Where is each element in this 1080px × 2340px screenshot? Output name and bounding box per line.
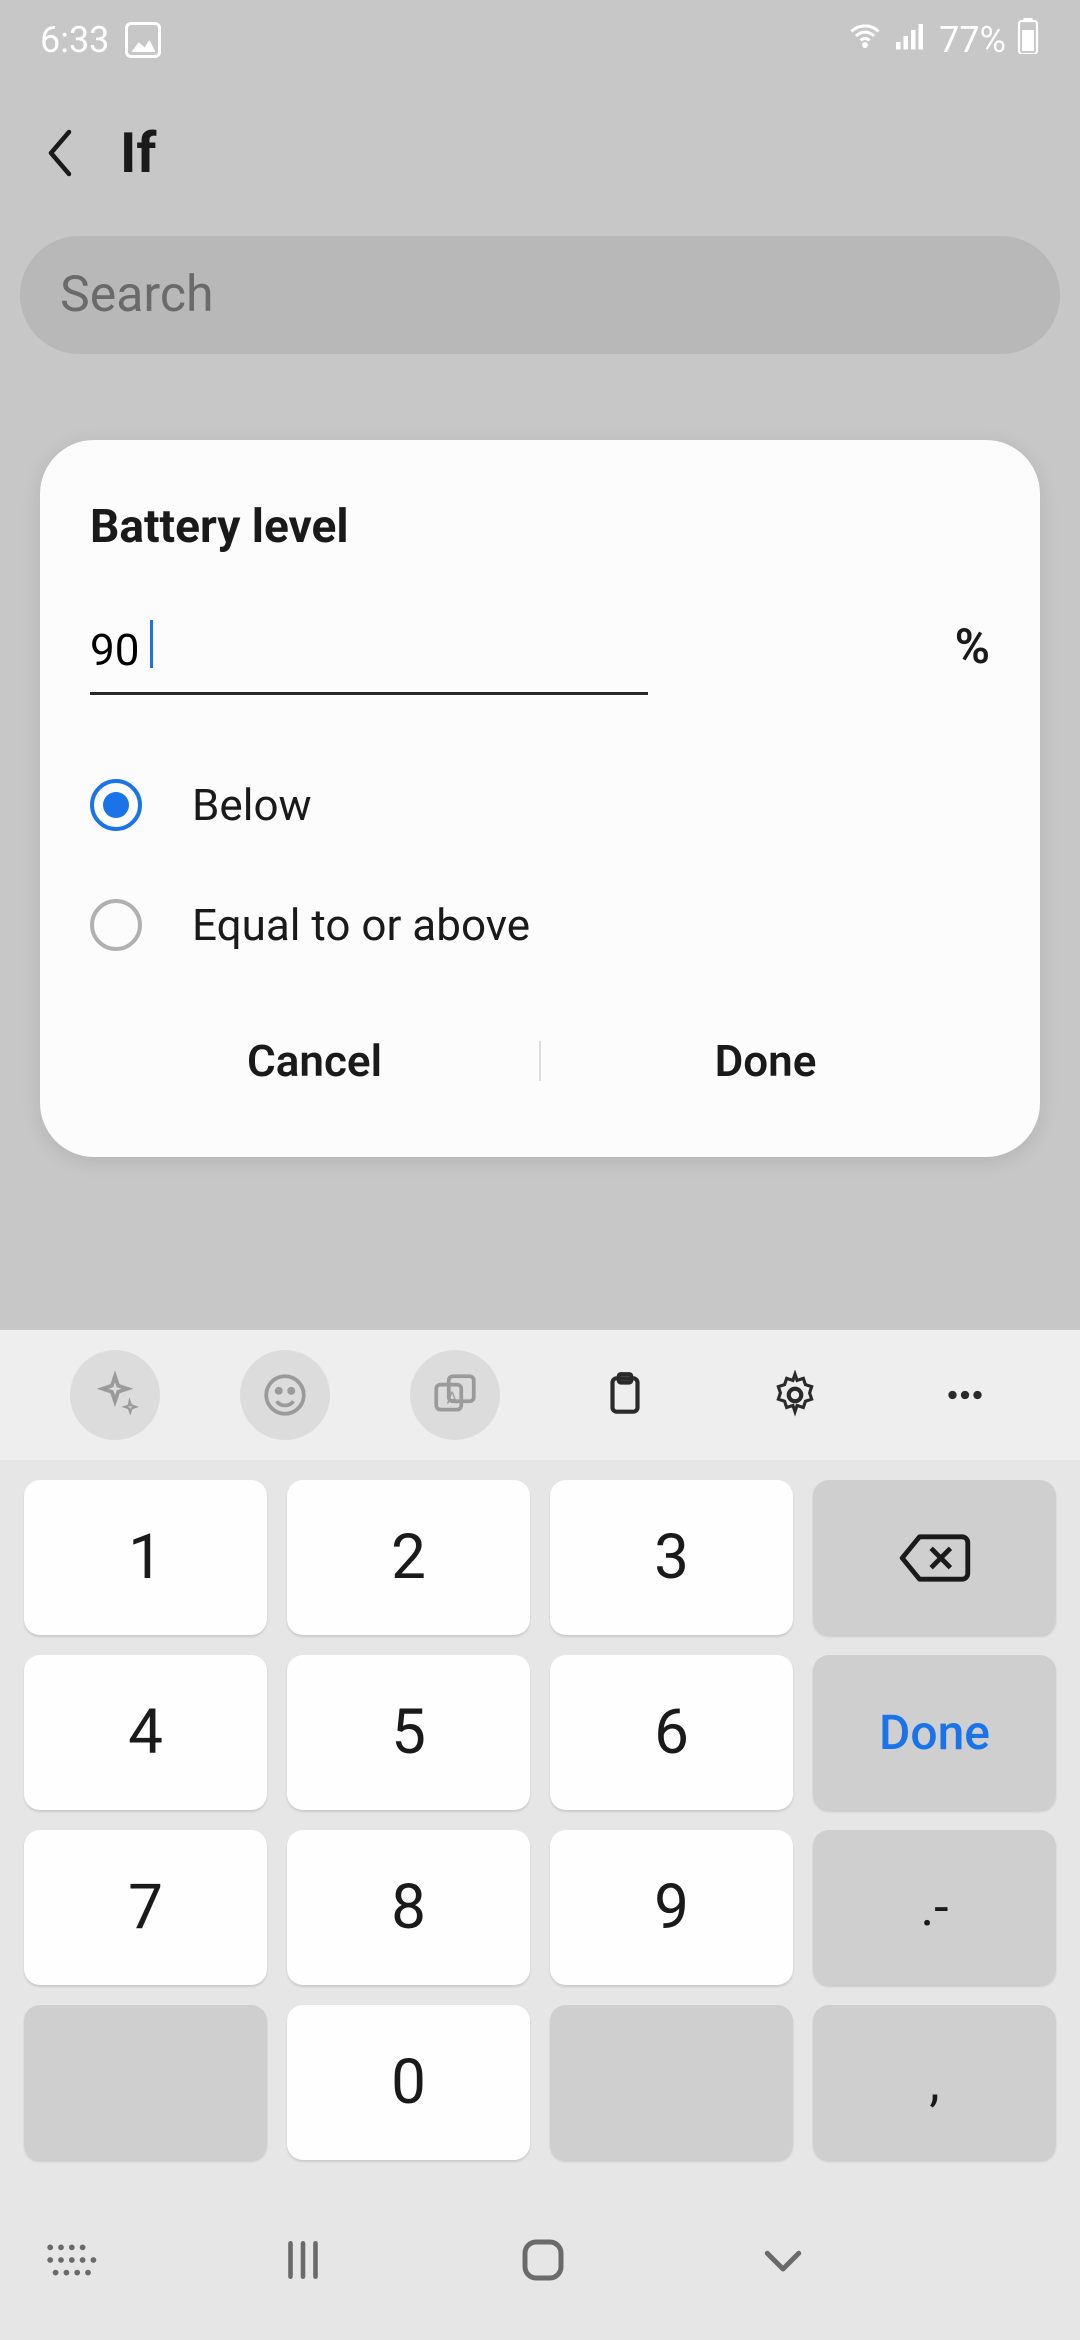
key-6[interactable]: 6 [550,1655,793,1810]
status-left: 6:33 [40,19,161,61]
status-battery-pct: 77% [939,19,1006,61]
key-1[interactable]: 1 [24,1480,267,1635]
radio-icon-selected [90,779,142,831]
keyboard-toolbar: A [0,1330,1080,1460]
page-header: If [0,80,1080,206]
key-done[interactable]: Done [813,1655,1056,1810]
dialog-title: Battery level [90,500,990,554]
status-time: 6:33 [40,19,109,61]
battery-value-input[interactable] [90,614,648,695]
settings-tool[interactable] [750,1350,840,1440]
nav-tray [0,2180,1080,2340]
image-notification-icon [125,22,161,58]
wifi-icon [847,18,883,63]
percent-label: % [955,618,990,695]
key-blank-right[interactable] [550,2005,793,2160]
cancel-button[interactable]: Cancel [90,1015,539,1107]
battery-icon [1016,18,1040,63]
key-dotdash[interactable]: .- [813,1830,1056,1985]
key-8[interactable]: 8 [287,1830,530,1985]
radio-option-equal-above[interactable]: Equal to or above [90,865,990,985]
nav-recents[interactable] [273,2230,333,2290]
radio-label: Equal to or above [192,899,530,951]
more-tool[interactable] [920,1350,1010,1440]
nav-back-chevron[interactable] [753,2230,813,2290]
back-button[interactable] [40,133,80,173]
key-5[interactable]: 5 [287,1655,530,1810]
dialog-actions: Cancel Done [90,1015,990,1107]
radio-icon [90,899,142,951]
key-4[interactable]: 4 [24,1655,267,1810]
key-7[interactable]: 7 [24,1830,267,1985]
radio-option-below[interactable]: Below [90,745,990,865]
search-placeholder: Search [60,266,1020,324]
key-9[interactable]: 9 [550,1830,793,1985]
svg-text:A: A [447,1389,458,1408]
radio-label: Below [192,779,312,831]
sparkle-tool[interactable] [70,1350,160,1440]
key-3[interactable]: 3 [550,1480,793,1635]
battery-level-dialog: Battery level % Below Equal to or above … [40,440,1040,1157]
numeric-keyboard: 1 2 3 4 5 6 Done 7 8 9 .- 0 , [0,1460,1080,2180]
signal-icon [893,18,929,63]
input-wrap [90,614,925,695]
nav-home[interactable] [513,2230,573,2290]
status-right: 77% [847,18,1040,63]
key-backspace[interactable] [813,1480,1056,1635]
done-button[interactable]: Done [541,1015,990,1107]
emoji-tool[interactable] [240,1350,330,1440]
input-row: % [90,614,990,695]
keyboard-mode-icon[interactable] [40,2230,100,2290]
key-0[interactable]: 0 [287,2005,530,2160]
key-comma[interactable]: , [813,2005,1056,2160]
key-2[interactable]: 2 [287,1480,530,1635]
status-bar: 6:33 77% [0,0,1080,80]
clipboard-tool[interactable] [580,1350,670,1440]
page-title: If [120,120,156,186]
key-blank-left[interactable] [24,2005,267,2160]
translate-tool[interactable]: A [410,1350,500,1440]
text-cursor [150,620,153,668]
search-input[interactable]: Search [20,236,1060,354]
